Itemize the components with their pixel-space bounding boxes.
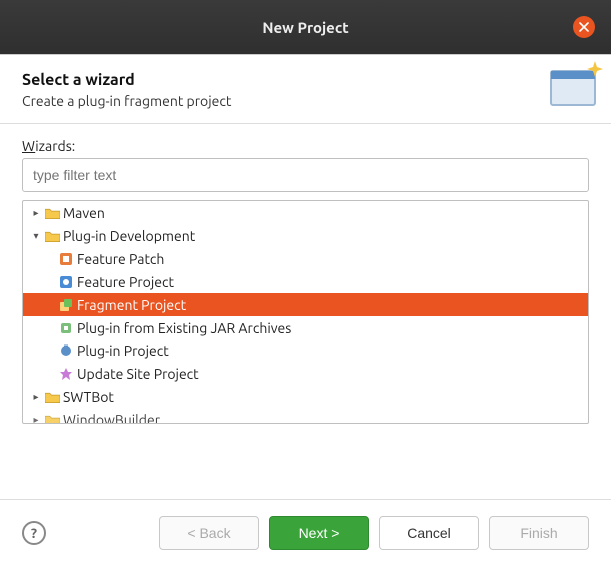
wizard-heading: Select a wizard <box>22 71 589 89</box>
window-title: New Project <box>262 19 348 36</box>
jar-plugin-icon <box>57 321 75 335</box>
plugin-project-icon <box>57 344 75 358</box>
tree-node-swtbot[interactable]: ▸ SWTBot <box>23 385 588 408</box>
tree-label: Plug-in from Existing JAR Archives <box>77 320 291 336</box>
wizards-label: Wizards: <box>22 138 589 154</box>
tree-label: Maven <box>63 205 105 221</box>
wizard-header: Select a wizard Create a plug-in fragmen… <box>0 55 611 124</box>
tree-node-plugin-from-jar[interactable]: Plug-in from Existing JAR Archives <box>23 316 588 339</box>
button-bar: ? < Back Next > Cancel Finish <box>0 499 611 568</box>
close-icon <box>579 22 589 32</box>
next-button[interactable]: Next > <box>269 516 369 550</box>
feature-patch-icon <box>57 252 75 266</box>
tree-label: Feature Project <box>77 274 174 290</box>
tree-node-feature-patch[interactable]: Feature Patch <box>23 247 588 270</box>
tree-label: Feature Patch <box>77 251 164 267</box>
tree-label: SWTBot <box>63 389 114 405</box>
chevron-down-icon[interactable]: ▾ <box>29 230 43 242</box>
chevron-right-icon[interactable]: ▸ <box>29 414 43 425</box>
update-site-icon <box>57 367 75 381</box>
help-icon: ? <box>31 525 37 541</box>
wizard-banner-icon <box>539 55 611 127</box>
tree-node-windowbuilder[interactable]: ▸ WindowBuilder <box>23 408 588 424</box>
close-button[interactable] <box>573 16 595 38</box>
help-button[interactable]: ? <box>22 521 46 545</box>
tree-node-fragment-project[interactable]: Fragment Project <box>23 293 588 316</box>
titlebar: New Project <box>0 0 611 54</box>
tree-node-plugin-dev[interactable]: ▾ Plug-in Development <box>23 224 588 247</box>
folder-icon <box>43 414 61 425</box>
tree-node-maven[interactable]: ▸ Maven <box>23 201 588 224</box>
wizard-description: Create a plug-in fragment project <box>22 93 589 109</box>
wizard-content: Wizards: ▸ Maven ▾ Plug-in Development <box>0 124 611 499</box>
finish-button[interactable]: Finish <box>489 516 589 550</box>
cancel-button[interactable]: Cancel <box>379 516 479 550</box>
tree-label: Plug-in Project <box>77 343 169 359</box>
dialog-body: Select a wizard Create a plug-in fragmen… <box>0 54 611 568</box>
tree-node-feature-project[interactable]: Feature Project <box>23 270 588 293</box>
filter-input[interactable] <box>22 158 589 192</box>
tree-label: Update Site Project <box>77 366 199 382</box>
chevron-right-icon[interactable]: ▸ <box>29 207 43 219</box>
folder-icon <box>43 391 61 403</box>
fragment-project-icon <box>57 298 75 312</box>
tree-node-update-site[interactable]: Update Site Project <box>23 362 588 385</box>
tree-node-plugin-project[interactable]: Plug-in Project <box>23 339 588 362</box>
folder-icon <box>43 207 61 219</box>
chevron-right-icon[interactable]: ▸ <box>29 391 43 403</box>
tree-label: Fragment Project <box>77 297 186 313</box>
folder-icon <box>43 230 61 242</box>
wizard-tree[interactable]: ▸ Maven ▾ Plug-in Development Feature Pa… <box>22 200 589 424</box>
feature-project-icon <box>57 275 75 289</box>
tree-label: WindowBuilder <box>63 412 160 425</box>
back-button[interactable]: < Back <box>159 516 259 550</box>
tree-label: Plug-in Development <box>63 228 195 244</box>
